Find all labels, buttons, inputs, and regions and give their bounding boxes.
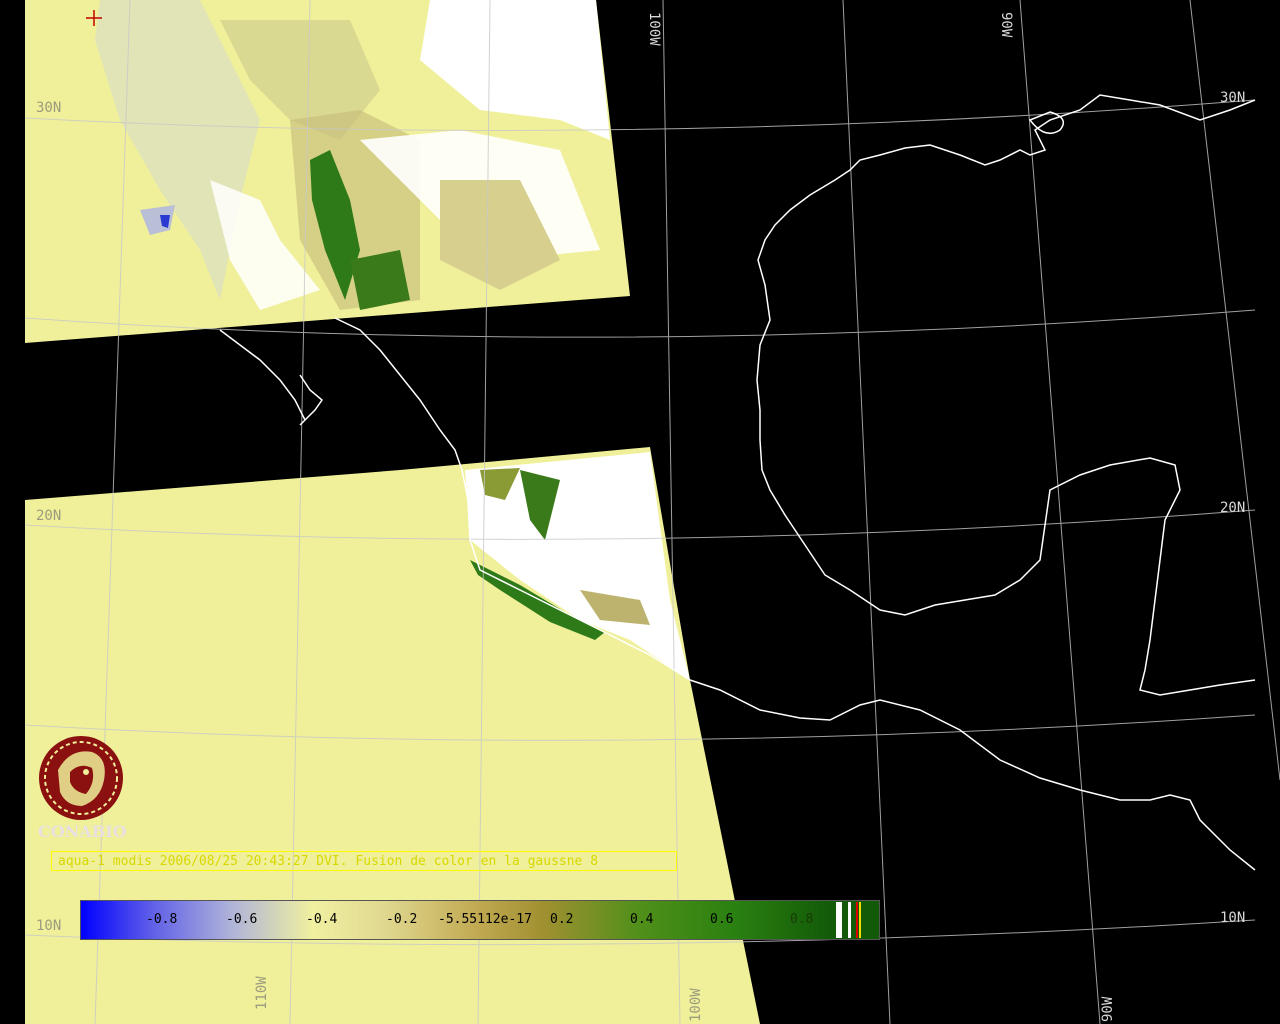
lat-label-30n-left: 30N [36,100,61,116]
lon-label-90w-bottom: 90W [1100,996,1116,1022]
colorbar-white-band [836,902,842,938]
lat-label-10n-right: 10N [1220,910,1245,926]
colorbar-tick-label: 0.2 [550,912,574,927]
lat-label-20n-left: 20N [36,508,61,524]
colorbar-tick-label: 0.6 [710,912,734,927]
conabio-logo-text: CONABIO [38,822,127,841]
image-title: aqua-1 modis 2006/08/25 20:43:27 DVI. Fu… [51,851,677,871]
colorbar-tick-label: -0.8 [146,912,178,927]
lat-label-30n-right: 30N [1220,90,1245,106]
colorbar-tick-label: -0.4 [306,912,338,927]
colorbar-tick-label: 0.8 [790,912,814,927]
lon-label-90w-top: 90W [998,12,1014,38]
lon-label-100w-top: 100W [646,12,662,46]
colorbar-tick-label: 0.4 [630,912,654,927]
lat-label-10n-left: 10N [36,918,61,934]
colorbar-yellow-band [859,902,861,938]
colorbar-red-band [856,902,858,938]
colorbar-tick-label: -0.2 [386,912,418,927]
colorbar-tick-label: -0.6 [226,912,258,927]
conabio-logo-icon [39,736,123,820]
lat-label-20n-right: 20N [1220,500,1245,516]
colorbar-tick-label: -5.55112e-17 [438,912,532,927]
lon-label-110w-bottom: 110W [254,976,270,1010]
lon-label-100w-bottom: 100W [688,988,704,1022]
colorbar-white-band-2 [848,902,851,938]
